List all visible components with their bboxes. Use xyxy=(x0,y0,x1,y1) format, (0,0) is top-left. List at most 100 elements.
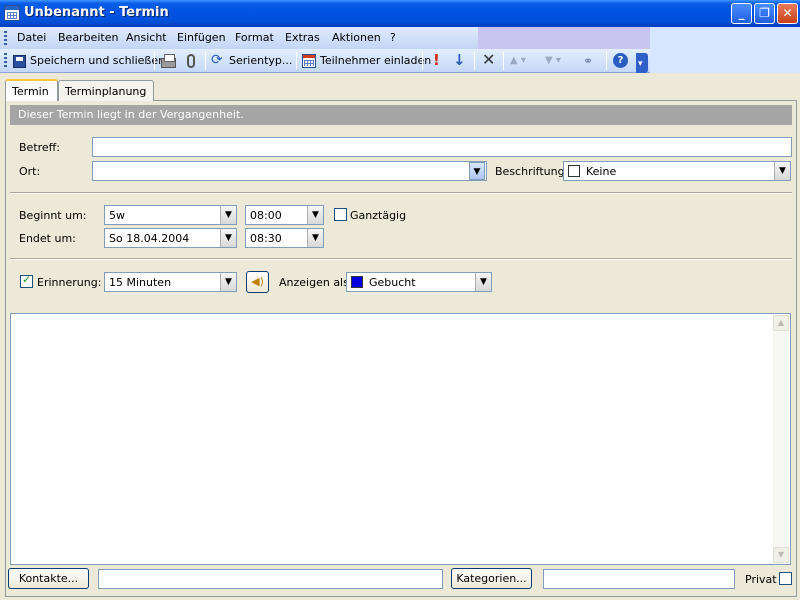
reminder-dropdown[interactable]: ▼ xyxy=(220,273,236,291)
printer-icon xyxy=(161,54,176,68)
chevron-down-icon: ▼ xyxy=(225,233,232,243)
location-dropdown-button[interactable]: ▼ xyxy=(469,162,485,180)
menu-einfuegen[interactable]: Einfügen xyxy=(177,31,226,44)
info-bar: Dieser Termin liegt in der Vergangenheit… xyxy=(10,105,792,125)
contacts-input[interactable] xyxy=(98,569,443,589)
previous-arrow-icon: ▲ ▾ xyxy=(510,55,526,66)
recurrence-button[interactable]: ⟳ Serientyp... xyxy=(211,52,292,70)
next-item-button[interactable]: ▼ ▾ xyxy=(545,52,575,70)
menu-datei[interactable]: Datei xyxy=(17,31,46,44)
chevron-down-icon: ▼ xyxy=(473,167,481,177)
arrow-down-icon: ↓ xyxy=(453,51,466,69)
chevron-down-icon: ▼ xyxy=(225,277,232,287)
private-label: Privat xyxy=(745,573,777,586)
toolbar-empty-area xyxy=(650,27,800,73)
delete-x-icon: ✕ xyxy=(482,50,496,69)
high-importance-button[interactable]: ! xyxy=(431,51,443,70)
toolbar-separator xyxy=(474,52,475,70)
label-value: Keine xyxy=(586,165,617,178)
label-dropdown-button[interactable]: ▼ xyxy=(774,162,790,180)
end-date-dropdown[interactable]: ▼ xyxy=(220,229,236,247)
menu-help[interactable]: ? xyxy=(390,31,396,44)
minimize-button[interactable]: _ xyxy=(731,3,752,24)
menu-format[interactable]: Format xyxy=(235,31,274,44)
address-book-icon: ⚭ xyxy=(583,54,594,68)
attach-button[interactable] xyxy=(185,52,199,70)
showas-dropdown[interactable]: ▼ xyxy=(475,273,491,291)
low-importance-button[interactable]: ↓ xyxy=(452,51,466,70)
label-select[interactable]: Keine xyxy=(563,161,791,181)
start-time-dropdown[interactable]: ▼ xyxy=(307,206,323,224)
menu-aktionen[interactable]: Aktionen xyxy=(332,31,381,44)
tab-terminplanung[interactable]: Terminplanung xyxy=(58,80,154,101)
toolbar-separator xyxy=(503,52,504,70)
close-icon: ✕ xyxy=(782,6,793,20)
notes-textarea[interactable] xyxy=(10,313,791,565)
chevron-down-icon: ▼ xyxy=(312,210,319,220)
allday-checkbox[interactable] xyxy=(334,208,347,221)
scroll-up-button[interactable]: ▲ xyxy=(773,315,789,331)
save-icon xyxy=(13,55,26,68)
private-checkbox[interactable] xyxy=(779,572,792,585)
standard-toolbar: Speichern und schließen ⟳ Serientyp... T… xyxy=(0,49,650,73)
end-time-dropdown[interactable]: ▼ xyxy=(307,229,323,247)
separator-line xyxy=(10,258,792,260)
subject-input[interactable] xyxy=(92,137,792,157)
reminder-sound-button[interactable]: ◀) xyxy=(246,271,269,293)
end-date-input[interactable]: So 18.04.2004 xyxy=(104,228,237,248)
toolbar-separator xyxy=(205,52,206,70)
menu-bearbeiten[interactable]: Bearbeiten xyxy=(58,31,118,44)
invite-attendees-button[interactable]: Teilnehmer einladen xyxy=(302,52,431,70)
recurrence-label: Serientyp... xyxy=(229,54,293,67)
end-label: Endet um: xyxy=(19,232,76,245)
paperclip-icon xyxy=(187,54,195,68)
title-bar: Unbenannt - Termin _ ❐ ✕ xyxy=(0,0,800,27)
showas-color-swatch xyxy=(351,276,363,288)
reminder-label: Erinnerung: xyxy=(37,276,102,289)
start-date-input[interactable]: 5w xyxy=(104,205,237,225)
chevron-down-icon: ▼ xyxy=(312,233,319,243)
start-date-dropdown[interactable]: ▼ xyxy=(220,206,236,224)
toolbar-separator xyxy=(606,52,607,70)
categories-input[interactable] xyxy=(543,569,735,589)
chevron-down-icon: ▼ xyxy=(225,210,232,220)
reminder-select[interactable]: 15 Minuten xyxy=(104,272,237,292)
toolbar-grip[interactable] xyxy=(4,53,7,69)
allday-label: Ganztägig xyxy=(350,209,407,222)
separator-line xyxy=(10,192,792,194)
exclamation-icon: ! xyxy=(433,51,440,69)
maximize-button[interactable]: ❐ xyxy=(754,3,775,24)
arrow-down-icon: ▼ xyxy=(777,550,785,559)
calendar-icon xyxy=(4,5,20,21)
menu-extras[interactable]: Extras xyxy=(285,31,320,44)
help-icon: ? xyxy=(613,53,628,68)
reminder-checkbox[interactable] xyxy=(20,273,33,288)
categories-button[interactable]: Kategorien... xyxy=(451,568,532,589)
restore-icon: ❐ xyxy=(759,6,770,20)
print-button[interactable] xyxy=(160,52,178,70)
subject-label: Betreff: xyxy=(19,141,60,154)
minimize-icon: _ xyxy=(738,6,745,20)
window-title: Unbenannt - Termin xyxy=(24,5,169,20)
save-close-label: Speichern und schließen xyxy=(30,54,166,67)
toolbar-separator xyxy=(422,52,423,70)
save-close-button[interactable]: Speichern und schließen xyxy=(13,52,165,70)
scroll-down-button[interactable]: ▼ xyxy=(773,547,789,563)
close-button[interactable]: ✕ xyxy=(777,3,798,24)
menu-grip[interactable] xyxy=(4,31,7,46)
chevron-down-icon: ▼ xyxy=(480,277,487,287)
delete-button[interactable]: ✕ xyxy=(481,50,497,70)
address-book-button[interactable]: ⚭ xyxy=(583,52,601,70)
tab-termin[interactable]: Termin xyxy=(5,79,58,101)
chevron-down-icon: ▼ xyxy=(779,166,786,176)
menu-ansicht[interactable]: Ansicht xyxy=(126,31,167,44)
location-input[interactable] xyxy=(92,161,487,181)
calendar-invite-icon xyxy=(302,54,316,68)
notes-scrollbar[interactable]: ▲ ▼ xyxy=(773,315,789,563)
contacts-button[interactable]: Kontakte... xyxy=(8,568,89,589)
showas-select[interactable]: Gebucht xyxy=(346,272,492,292)
label-label: Beschriftung: xyxy=(495,165,569,178)
previous-item-button[interactable]: ▲ ▾ xyxy=(510,52,540,70)
help-button[interactable]: ? xyxy=(613,52,629,70)
toolbar-options-button[interactable] xyxy=(636,53,648,73)
